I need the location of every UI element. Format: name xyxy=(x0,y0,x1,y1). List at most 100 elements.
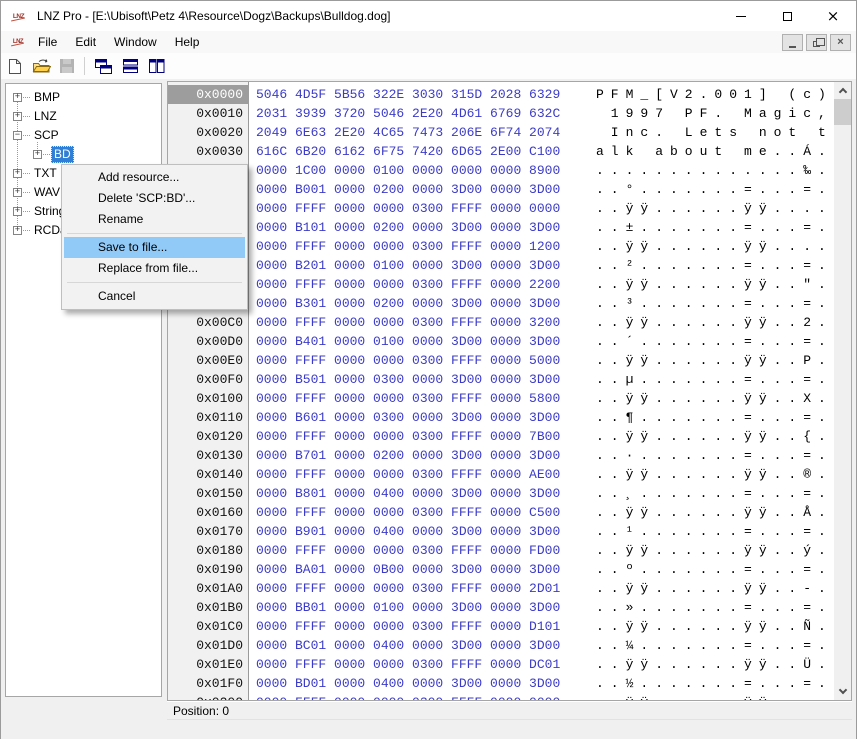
hex-row[interactable]: 0x01F00000 BD01 0000 0400 0000 3D00 0000… xyxy=(168,674,851,693)
new-file-button[interactable] xyxy=(3,55,27,77)
collapse-box-scp[interactable]: − xyxy=(13,131,22,140)
tree-item-lnz[interactable]: LNZ xyxy=(31,108,60,125)
hex-row[interactable]: 0x01A00000 FFFF 0000 0000 0300 FFFF 0000… xyxy=(168,579,851,598)
hex-bytes[interactable]: 0000 FFFF 0000 0000 0300 FFFF 0000 2200 xyxy=(256,275,560,294)
hex-ascii[interactable]: ..´.......=...=. xyxy=(596,332,833,351)
hex-row[interactable]: 0x01400000 FFFF 0000 0000 0300 FFFF 0000… xyxy=(168,465,851,484)
hex-bytes[interactable]: 0000 FFFF 0000 0000 0300 FFFF 0000 DC01 xyxy=(256,655,560,674)
menubar-item-file[interactable]: File xyxy=(29,31,66,53)
context-menu-item-delete-scp-bd[interactable]: Delete 'SCP:BD'... xyxy=(64,188,245,209)
scrollbar-thumb[interactable] xyxy=(834,99,851,125)
hex-bytes[interactable]: 0000 FFFF 0000 0000 0300 FFFF 0000 AE00 xyxy=(256,465,560,484)
cascade-windows-button[interactable] xyxy=(92,55,116,77)
scroll-up-button[interactable] xyxy=(834,82,851,99)
hex-ascii[interactable]: ..±.......=...=. xyxy=(596,218,833,237)
hex-row[interactable]: 0x00C00000 FFFF 0000 0000 0300 FFFF 0000… xyxy=(168,313,851,332)
hex-row[interactable]: 0x01500000 B801 0000 0400 0000 3D00 0000… xyxy=(168,484,851,503)
hex-row[interactable]: 0x00900000 B201 0000 0100 0000 3D00 0000… xyxy=(168,256,851,275)
hex-row[interactable]: 0x01900000 BA01 0000 0B00 0000 3D00 0000… xyxy=(168,560,851,579)
expand-box-rcdat[interactable]: + xyxy=(13,226,22,235)
hex-ascii[interactable]: ..ÿÿ......ÿÿ..2. xyxy=(596,313,833,332)
hex-bytes[interactable]: 0000 FFFF 0000 0000 0300 FFFF 0000 0000 xyxy=(256,693,560,700)
tree-item-bd[interactable]: BD xyxy=(51,146,74,163)
hex-bytes[interactable]: 0000 B201 0000 0100 0000 3D00 0000 3D00 xyxy=(256,256,560,275)
hex-bytes[interactable]: 0000 FFFF 0000 0000 0300 FFFF 0000 5000 xyxy=(256,351,560,370)
hex-bytes[interactable]: 0000 FFFF 0000 0000 0300 FFFF 0000 1200 xyxy=(256,237,560,256)
hex-ascii[interactable]: ..¹.......=...=. xyxy=(596,522,833,541)
hex-row[interactable]: 0x00102031 3939 3720 5046 2E20 4D61 6769… xyxy=(168,104,851,123)
hex-row[interactable]: 0x00600000 FFFF 0000 0000 0300 FFFF 0000… xyxy=(168,199,851,218)
minimize-button[interactable] xyxy=(718,1,764,31)
hex-row[interactable]: 0x00202049 6E63 2E20 4C65 7473 206E 6F74… xyxy=(168,123,851,142)
hex-row[interactable]: 0x00D00000 B401 0000 0100 0000 3D00 0000… xyxy=(168,332,851,351)
hex-bytes[interactable]: 0000 FFFF 0000 0000 0300 FFFF 0000 0000 xyxy=(256,199,560,218)
context-menu-item-rename[interactable]: Rename xyxy=(64,209,245,230)
expand-box-bmp[interactable]: + xyxy=(13,93,22,102)
hex-bytes[interactable]: 0000 FFFF 0000 0000 0300 FFFF 0000 7B00 xyxy=(256,427,560,446)
hex-bytes[interactable]: 0000 B401 0000 0100 0000 3D00 0000 3D00 xyxy=(256,332,560,351)
mdi-restore-button[interactable] xyxy=(806,34,827,51)
mdi-minimize-button[interactable] xyxy=(782,34,803,51)
hex-bytes[interactable]: 616C 6B20 6162 6F75 7420 6D65 2E00 C100 xyxy=(256,142,560,161)
hex-row[interactable]: 0x0030616C 6B20 6162 6F75 7420 6D65 2E00… xyxy=(168,142,851,161)
mdi-close-button[interactable]: × xyxy=(830,34,851,51)
hex-row[interactable]: 0x01300000 B701 0000 0200 0000 3D00 0000… xyxy=(168,446,851,465)
hex-bytes[interactable]: 0000 FFFF 0000 0000 0300 FFFF 0000 3200 xyxy=(256,313,560,332)
hex-row[interactable]: 0x00A00000 FFFF 0000 0000 0300 FFFF 0000… xyxy=(168,275,851,294)
hex-bytes[interactable]: 0000 FFFF 0000 0000 0300 FFFF 0000 C500 xyxy=(256,503,560,522)
hex-row[interactable]: 0x00B00000 B301 0000 0200 0000 3D00 0000… xyxy=(168,294,851,313)
menubar-item-window[interactable]: Window xyxy=(105,31,166,53)
hex-row[interactable]: 0x01C00000 FFFF 0000 0000 0300 FFFF 0000… xyxy=(168,617,851,636)
hex-row[interactable]: 0x01E00000 FFFF 0000 0000 0300 FFFF 0000… xyxy=(168,655,851,674)
hex-bytes[interactable]: 0000 BA01 0000 0B00 0000 3D00 0000 3D00 xyxy=(256,560,560,579)
hex-bytes[interactable]: 2031 3939 3720 5046 2E20 4D61 6769 632C xyxy=(256,104,560,123)
hex-row[interactable]: 0x01D00000 BC01 0000 0400 0000 3D00 0000… xyxy=(168,636,851,655)
hex-ascii[interactable]: ..¸.......=...=. xyxy=(596,484,833,503)
expand-box-wav[interactable]: + xyxy=(13,188,22,197)
hex-ascii[interactable]: ..½.......=...=. xyxy=(596,674,833,693)
hex-ascii[interactable]: ..ÿÿ......ÿÿ..®. xyxy=(596,465,833,484)
hex-row[interactable]: 0x00E00000 FFFF 0000 0000 0300 FFFF 0000… xyxy=(168,351,851,370)
hex-ascii[interactable]: ..ÿÿ......ÿÿ..X. xyxy=(596,389,833,408)
tree-item-bmp[interactable]: BMP xyxy=(31,89,63,106)
hex-ascii[interactable]: ..ÿÿ......ÿÿ..P. xyxy=(596,351,833,370)
hex-bytes[interactable]: 5046 4D5F 5B56 322E 3030 315D 2028 6329 xyxy=(256,85,560,104)
close-button[interactable]: × xyxy=(810,1,856,31)
expand-box-bd[interactable]: + xyxy=(33,150,42,159)
expand-box-string[interactable]: + xyxy=(13,207,22,216)
hex-ascii[interactable]: ..°.......=...=. xyxy=(596,180,833,199)
hex-row[interactable]: 0x00700000 B101 0000 0200 0000 3D00 0000… xyxy=(168,218,851,237)
hex-bytes[interactable]: 0000 FFFF 0000 0000 0300 FFFF 0000 FD00 xyxy=(256,541,560,560)
hex-row[interactable]: 0x01B00000 BB01 0000 0100 0000 3D00 0000… xyxy=(168,598,851,617)
hex-row[interactable]: 0x02000000 FFFF 0000 0000 0300 FFFF 0000… xyxy=(168,693,851,700)
hex-row[interactable]: 0x01200000 FFFF 0000 0000 0300 FFFF 0000… xyxy=(168,427,851,446)
hex-ascii[interactable]: ..ÿÿ......ÿÿ.... xyxy=(596,237,833,256)
hex-bytes[interactable]: 0000 B101 0000 0200 0000 3D00 0000 3D00 xyxy=(256,218,560,237)
hex-ascii[interactable]: ..².......=...=. xyxy=(596,256,833,275)
hex-bytes[interactable]: 0000 B801 0000 0400 0000 3D00 0000 3D00 xyxy=(256,484,560,503)
maximize-button[interactable] xyxy=(764,1,810,31)
hex-bytes[interactable]: 0000 BC01 0000 0400 0000 3D00 0000 3D00 xyxy=(256,636,560,655)
menubar-item-edit[interactable]: Edit xyxy=(66,31,105,53)
hex-ascii[interactable]: ..ÿÿ......ÿÿ..Å. xyxy=(596,503,833,522)
hex-ascii[interactable]: ..ÿÿ......ÿÿ..". xyxy=(596,275,833,294)
hex-row[interactable]: 0x01600000 FFFF 0000 0000 0300 FFFF 0000… xyxy=(168,503,851,522)
hex-ascii[interactable]: ..·.......=...=. xyxy=(596,446,833,465)
hex-bytes[interactable]: 0000 FFFF 0000 0000 0300 FFFF 0000 2D01 xyxy=(256,579,560,598)
hex-ascii[interactable]: ..ÿÿ......ÿÿ..Ñ. xyxy=(596,617,833,636)
context-menu-item-replace-from-file[interactable]: Replace from file... xyxy=(64,258,245,279)
tile-vertical-button[interactable] xyxy=(144,55,168,77)
hex-bytes[interactable]: 0000 FFFF 0000 0000 0300 FFFF 0000 D101 xyxy=(256,617,560,636)
hex-ascii[interactable]: ..º.......=...=. xyxy=(596,560,833,579)
tree-item-scp[interactable]: SCP xyxy=(31,127,62,144)
hex-ascii[interactable]: ..µ.......=...=. xyxy=(596,370,833,389)
hex-bytes[interactable]: 0000 B501 0000 0300 0000 3D00 0000 3D00 xyxy=(256,370,560,389)
hex-bytes[interactable]: 0000 B701 0000 0200 0000 3D00 0000 3D00 xyxy=(256,446,560,465)
hex-ascii[interactable]: ..ÿÿ......ÿÿ..{. xyxy=(596,427,833,446)
hex-ascii[interactable]: ..¶.......=...=. xyxy=(596,408,833,427)
hex-ascii[interactable]: ..............‰. xyxy=(596,161,833,180)
hex-row[interactable]: 0x00800000 FFFF 0000 0000 0300 FFFF 0000… xyxy=(168,237,851,256)
tree-item-txt[interactable]: TXT xyxy=(31,165,60,182)
expand-box-lnz[interactable]: + xyxy=(13,112,22,121)
menubar-item-help[interactable]: Help xyxy=(166,31,209,53)
